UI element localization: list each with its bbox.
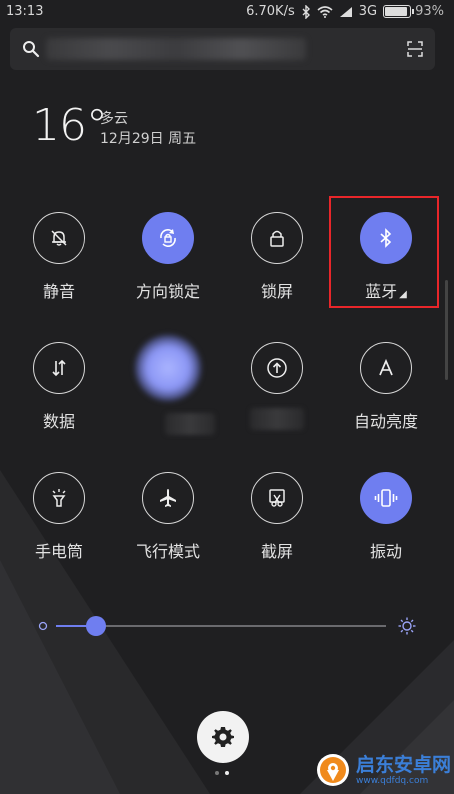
airplane-icon [142, 472, 194, 524]
flashlight-icon [33, 472, 85, 524]
search-icon [23, 41, 40, 58]
tile-data[interactable]: 数据 [4, 342, 114, 432]
data-arrows-icon [33, 342, 85, 394]
slider-thumb[interactable] [85, 616, 106, 636]
bluetooth-status-icon [302, 4, 310, 19]
battery-level: 93% [415, 4, 444, 19]
watermark-url: www.qdfdq.com [356, 775, 429, 786]
rotation-lock-icon [142, 212, 194, 264]
screenshot-icon [251, 472, 303, 524]
tile-auto-brightness[interactable]: 自动亮度 [331, 342, 441, 432]
tile-rotation-lock[interactable]: 方向锁定 [113, 212, 223, 302]
watermark-title: 启东安卓网 [356, 753, 452, 776]
bell-off-icon [33, 212, 85, 264]
watermark-logo-icon [317, 754, 349, 786]
wifi-icon [317, 5, 333, 18]
blurred-label [165, 413, 215, 435]
status-time: 13:13 [6, 4, 44, 19]
signal-icon [339, 6, 352, 17]
tile-label: 手电筒 [34, 542, 83, 561]
brightness-low-icon [38, 621, 48, 631]
blurred-icon [135, 335, 201, 401]
tile-airplane[interactable]: 飞行模式 [113, 472, 223, 562]
brightness-high-icon [398, 617, 416, 635]
tile-flashlight[interactable]: 手电筒 [4, 472, 114, 562]
tile-label: 数据 [42, 412, 75, 431]
tile-upload[interactable] [222, 342, 332, 430]
tile-silent[interactable]: 静音 [4, 212, 114, 302]
tile-blurred[interactable] [113, 335, 223, 435]
gear-icon [212, 727, 234, 747]
scan-icon[interactable] [407, 41, 423, 57]
settings-button[interactable] [197, 711, 249, 763]
temperature: 16° [32, 100, 108, 151]
tile-vibrate[interactable]: 振动 [331, 472, 441, 562]
page-dot-active [225, 771, 229, 775]
status-bar: 13:13 6.70K/s 3G 93% [0, 0, 454, 24]
battery-icon [383, 5, 415, 18]
weather-date: 12月29日 周五 [100, 131, 197, 147]
blurred-label [250, 408, 304, 430]
tile-label: 静音 [42, 282, 75, 301]
page-dot [215, 771, 219, 775]
brightness-slider[interactable] [36, 612, 416, 640]
page-indicator [215, 771, 229, 775]
highlight-box [329, 196, 439, 308]
tile-screenshot[interactable]: 截屏 [222, 472, 332, 562]
tile-label: 振动 [369, 542, 402, 561]
vibrate-icon [360, 472, 412, 524]
tile-label: 自动亮度 [353, 412, 418, 431]
tile-lock-screen[interactable]: 锁屏 [222, 212, 332, 302]
auto-brightness-icon [360, 342, 412, 394]
status-right: 6.70K/s 3G 93% [246, 4, 444, 19]
search-bar[interactable] [10, 28, 435, 70]
scroll-indicator [445, 280, 448, 380]
tile-label: 锁屏 [260, 282, 293, 301]
net-speed: 6.70K/s [246, 4, 295, 19]
search-input-blurred[interactable] [46, 38, 306, 60]
tile-label: 方向锁定 [135, 282, 200, 301]
tile-label: 飞行模式 [135, 542, 200, 561]
watermark: 启东安卓网 www.qdfdq.com [316, 746, 454, 794]
lock-icon [251, 212, 303, 264]
upload-circle-icon [251, 342, 303, 394]
weather-condition: 多云 [100, 111, 128, 127]
tile-label: 截屏 [260, 542, 293, 561]
network-type: 3G [358, 4, 378, 19]
